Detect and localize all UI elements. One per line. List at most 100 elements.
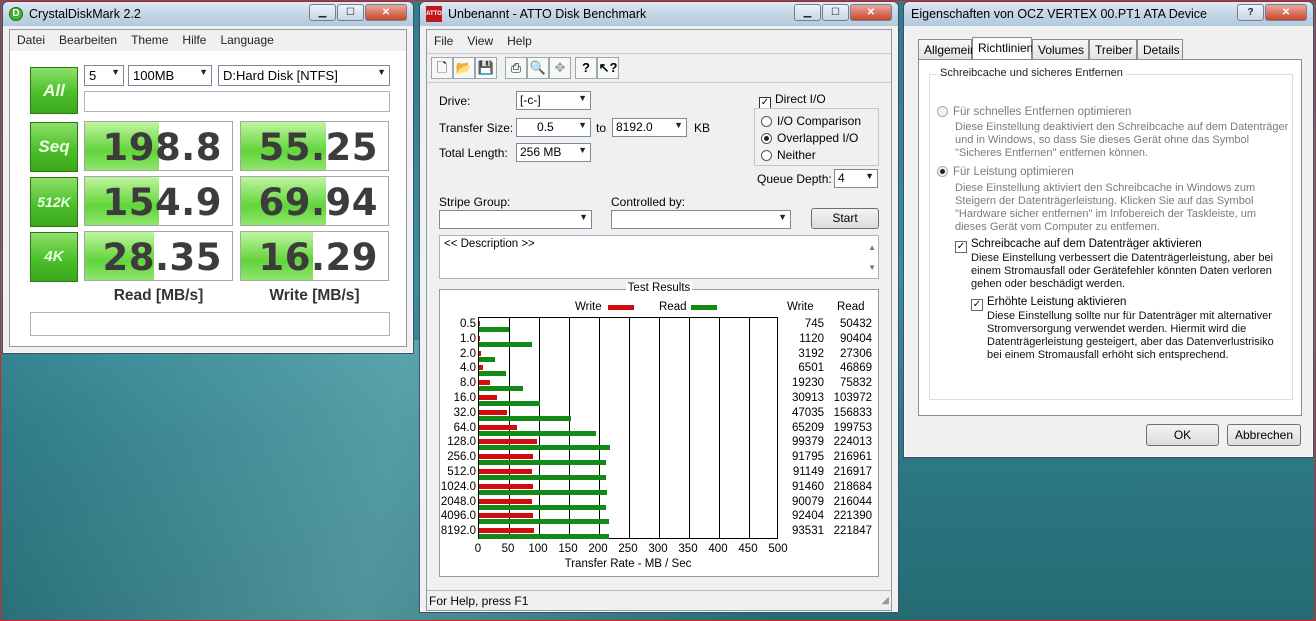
read-value: 103972	[833, 392, 872, 404]
write-bar	[479, 409, 507, 415]
neither-radio[interactable]: Neither	[761, 148, 816, 162]
start-button[interactable]: Start	[811, 208, 879, 229]
write-cache-checkbox[interactable]: ✓ Schreibcache auf dem Datenträger aktivi…	[955, 238, 1202, 253]
menu-bearbeiten[interactable]: Bearbeiten	[52, 30, 124, 50]
crystaldiskmark-window: D CrystalDiskMark 2.2 ▁ ☐ ✕ Datei Bearbe…	[2, 1, 414, 354]
enhanced-performance-label: Erhöhte Leistung aktivieren	[987, 296, 1127, 308]
new-file-icon[interactable]: 🗋	[431, 57, 453, 79]
total-length-select[interactable]: 256 MB ▼	[516, 143, 591, 162]
description-text: << Description >>	[444, 238, 535, 250]
move-icon[interactable]: ✥	[549, 57, 571, 79]
4k-write-result: 16.29	[240, 231, 389, 281]
title-bar[interactable]: Eigenschaften von OCZ VERTEX 00.PT1 ATA …	[904, 2, 1313, 26]
write-value: 91795	[792, 451, 824, 464]
all-button[interactable]: All	[30, 67, 78, 114]
print-preview-icon[interactable]: 🔍	[527, 57, 549, 79]
legend-write-swatch	[608, 305, 634, 310]
save-icon[interactable]: 💾	[475, 57, 497, 79]
close-button[interactable]: ✕	[1265, 4, 1307, 21]
print-icon[interactable]: ⎙	[505, 57, 527, 79]
resize-grip-icon[interactable]: ◢	[881, 595, 889, 606]
maximize-button[interactable]: ☐	[337, 4, 364, 21]
write-value: 99379	[792, 436, 824, 449]
status-text: For Help, press F1	[429, 594, 529, 608]
seq-button[interactable]: Seq	[30, 122, 78, 172]
tab-allgemein[interactable]: Allgemein	[918, 39, 977, 59]
transfer-to-select[interactable]: 8192.0 ▼	[612, 118, 687, 137]
chevron-down-icon: ▼	[865, 171, 874, 181]
read-value: 46869	[840, 362, 872, 375]
direct-io-checkbox[interactable]: ✓ Direct I/O	[759, 92, 826, 109]
menu-view[interactable]: View	[460, 31, 500, 51]
enhanced-performance-checkbox[interactable]: ✓ Erhöhte Leistung aktivieren	[971, 296, 1126, 311]
menu-theme[interactable]: Theme	[124, 30, 175, 50]
menu-hilfe[interactable]: Hilfe	[175, 30, 213, 50]
title-bar[interactable]: D CrystalDiskMark 2.2 ▁ ☐ ✕	[3, 2, 413, 26]
opt-fast-removal-radio[interactable]: Für schnelles Entfernen optimieren	[937, 106, 1131, 119]
to-label: to	[596, 121, 607, 135]
controlled-by-label: Controlled by:	[611, 195, 686, 209]
title-bar[interactable]: ATTO Unbenannt - ATTO Disk Benchmark ▁ ☐…	[420, 2, 898, 26]
read-value: 221390	[833, 510, 872, 523]
transfer-size-label: 32.0	[453, 406, 476, 419]
tab-treiber[interactable]: Treiber	[1089, 39, 1137, 59]
read-value: 50432	[840, 318, 872, 330]
controlled-by-select[interactable]: ▼	[611, 210, 791, 229]
gridline	[659, 318, 660, 538]
minimize-button[interactable]: ▁	[794, 4, 821, 21]
stripe-group-select[interactable]: ▼	[439, 210, 592, 229]
menu-language[interactable]: Language	[213, 30, 280, 50]
close-button[interactable]: ✕	[850, 4, 892, 21]
chevron-down-icon: ▼	[199, 67, 208, 77]
legend-write-label: Write	[575, 301, 602, 313]
total-length-label: Total Length:	[439, 146, 508, 160]
menu-file[interactable]: File	[427, 31, 460, 51]
maximize-button[interactable]: ☐	[822, 4, 849, 21]
512k-read-value: 154.9	[102, 181, 222, 224]
tab-volumes[interactable]: Volumes	[1032, 39, 1089, 59]
drive-select[interactable]: D:Hard Disk [NTFS] ▼	[218, 65, 390, 86]
read-bar	[479, 371, 507, 377]
stripe-group-label: Stripe Group:	[439, 195, 511, 209]
drive-value: D:Hard Disk [NTFS]	[223, 68, 338, 83]
tab-strip: Allgemein Richtlinien Volumes Treiber De…	[918, 37, 1298, 61]
row-labels: 0.5 1.0 2.0 4.0 8.0 16.0 32.0 64.0 128.0 256.0 512…	[440, 317, 476, 539]
menu-help[interactable]: Help	[500, 31, 539, 51]
drive-value: [-c-]	[520, 93, 541, 107]
drive-label: Drive:	[439, 94, 471, 108]
minimize-button[interactable]: ▁	[309, 4, 336, 21]
overlapped-io-radio[interactable]: Overlapped I/O	[761, 131, 858, 145]
read-bar	[479, 460, 607, 466]
read-bar	[479, 445, 611, 451]
context-help-icon[interactable]: ↖?	[597, 57, 619, 79]
x-tick-label: 400	[708, 543, 728, 555]
seq-read-result: 198.8	[84, 121, 233, 171]
512k-read-result: 154.9	[84, 176, 233, 226]
write-bar	[479, 395, 498, 400]
description-field[interactable]: << Description >> ▲ ▼	[439, 235, 879, 279]
4k-button[interactable]: 4K	[30, 232, 78, 282]
transfer-from-select[interactable]: 0.5 ▼	[516, 118, 591, 137]
comment-field[interactable]	[30, 312, 390, 336]
x-ticks: 0 50 100 150 200 250 300 350 400 450 500	[475, 543, 788, 557]
help-icon[interactable]: ?	[575, 57, 597, 79]
size-select[interactable]: 100MB ▼	[128, 65, 212, 86]
ok-button[interactable]: OK	[1146, 424, 1219, 446]
opt-performance-radio[interactable]: Für Leistung optimieren	[937, 166, 1074, 179]
runs-select[interactable]: 5 ▼	[84, 65, 124, 86]
menu-datei[interactable]: Datei	[10, 30, 52, 50]
help-button[interactable]: ?	[1237, 4, 1264, 21]
write-value: 6501	[798, 362, 824, 375]
io-comparison-radio[interactable]: I/O Comparison	[761, 114, 861, 128]
tab-details[interactable]: Details	[1137, 39, 1183, 59]
transfer-size-label: 64.0	[453, 421, 476, 434]
queue-depth-select[interactable]: 4 ▼	[834, 169, 878, 188]
read-value: 224013	[833, 436, 872, 449]
close-button[interactable]: ✕	[365, 4, 407, 21]
512k-button[interactable]: 512K	[30, 177, 78, 227]
tab-richtlinien[interactable]: Richtlinien	[972, 37, 1033, 59]
open-folder-icon[interactable]: 📂	[453, 57, 475, 79]
drive-select[interactable]: [-c-] ▼	[516, 91, 591, 110]
client-area: Datei Bearbeiten Theme Hilfe Language 5 ▼…	[9, 29, 407, 347]
cancel-button[interactable]: Abbrechen	[1227, 424, 1301, 446]
